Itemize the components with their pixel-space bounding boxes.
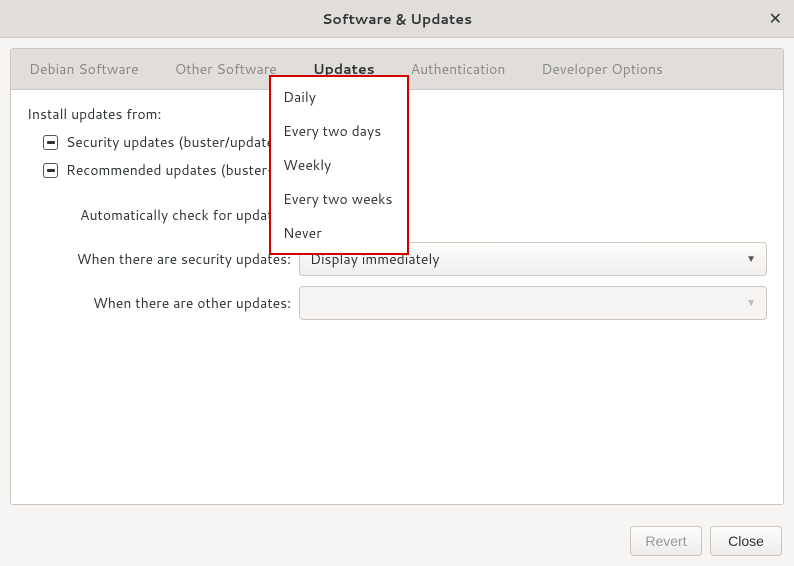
revert-button: Revert bbox=[630, 526, 702, 556]
other-updates-action-label: When there are other updates: bbox=[27, 293, 299, 313]
chevron-down-icon: ▼ bbox=[746, 296, 756, 310]
auto-check-label: Automatically check for updates: bbox=[27, 205, 299, 225]
dropdown-option-weekly[interactable]: Weekly bbox=[271, 148, 407, 182]
checkbox-indeterminate-icon[interactable] bbox=[43, 163, 58, 178]
security-updates-label: Security updates (buster/updates) bbox=[66, 132, 286, 152]
security-updates-action-label: When there are security updates: bbox=[27, 249, 299, 269]
other-updates-combo: ▼ bbox=[299, 286, 767, 320]
chevron-down-icon: ▼ bbox=[746, 252, 756, 266]
content-area: Debian Software Other Software Updates A… bbox=[0, 38, 794, 505]
footer: Revert Close bbox=[0, 516, 794, 566]
dropdown-option-two-weeks[interactable]: Every two weeks bbox=[271, 182, 407, 216]
tab-developer-options[interactable]: Developer Options bbox=[523, 49, 681, 89]
auto-check-dropdown: Daily Every two days Weekly Every two we… bbox=[269, 75, 409, 255]
dropdown-option-daily[interactable]: Daily bbox=[271, 80, 407, 114]
close-button[interactable]: Close bbox=[710, 526, 782, 556]
dropdown-option-two-days[interactable]: Every two days bbox=[271, 114, 407, 148]
titlebar: Software & Updates ✕ bbox=[0, 0, 794, 38]
tab-authentication[interactable]: Authentication bbox=[393, 49, 524, 89]
window-title: Software & Updates bbox=[322, 9, 472, 29]
dropdown-option-never[interactable]: Never bbox=[271, 216, 407, 250]
tab-debian-software[interactable]: Debian Software bbox=[11, 49, 157, 89]
checkbox-indeterminate-icon[interactable] bbox=[43, 135, 58, 150]
close-icon[interactable]: ✕ bbox=[769, 11, 782, 27]
